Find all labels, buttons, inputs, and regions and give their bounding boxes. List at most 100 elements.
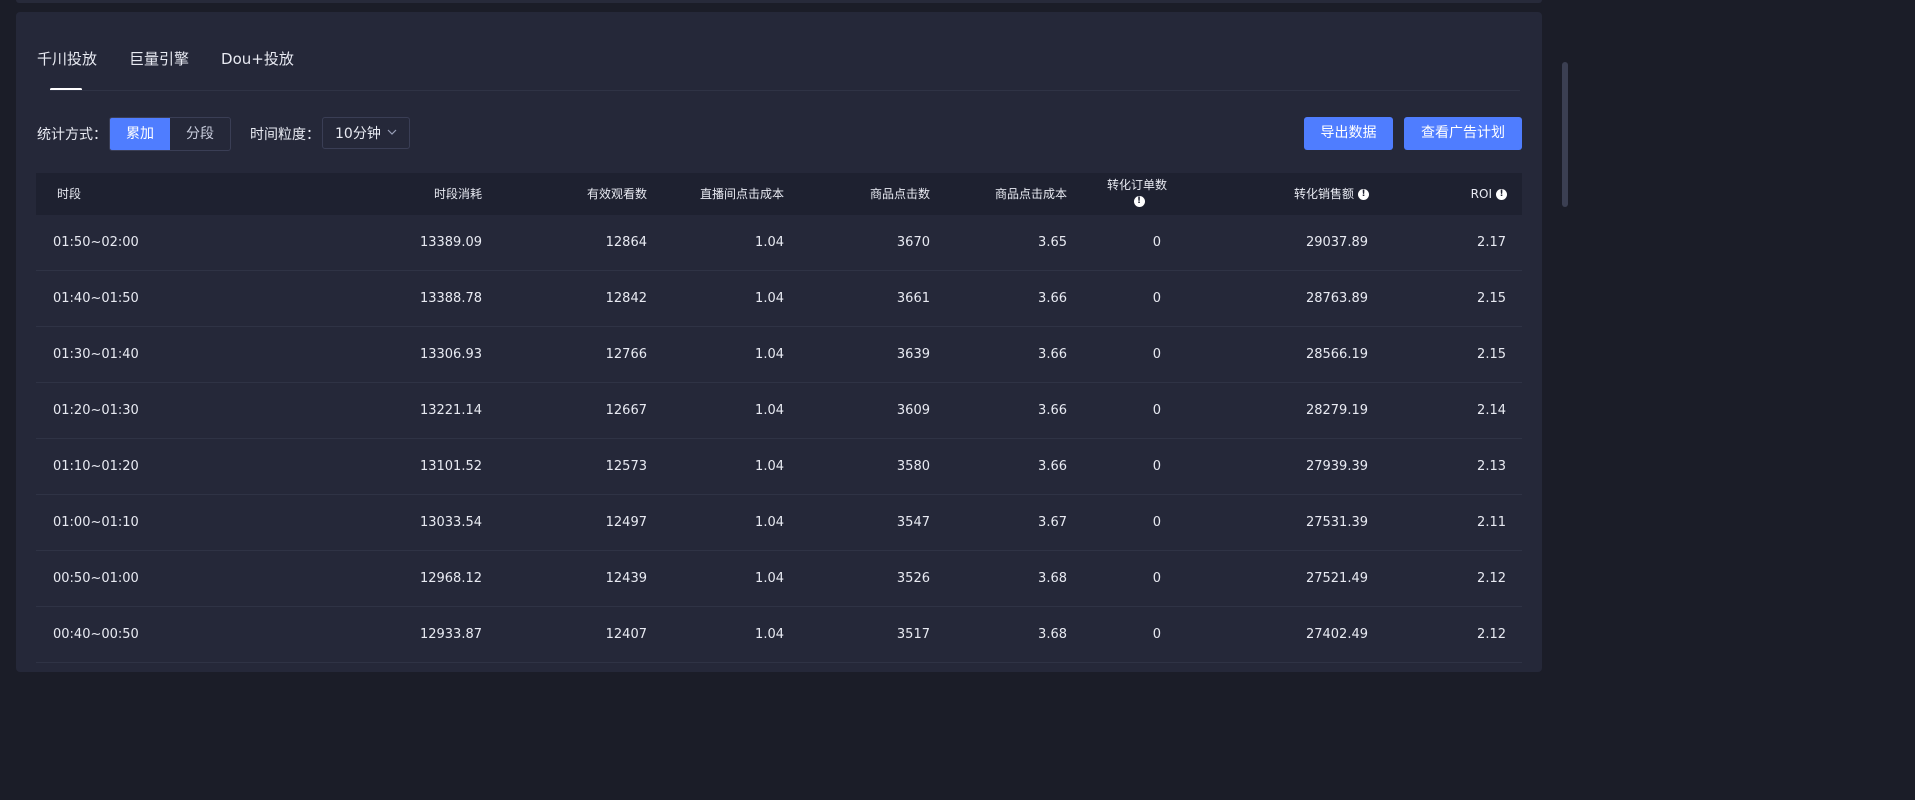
- cell-roi: 2.13: [1477, 459, 1506, 474]
- cell-product-clicks: 3670: [896, 235, 930, 250]
- cell-product-clicks: 3517: [896, 627, 930, 642]
- cell-roi: 2.12: [1477, 627, 1506, 642]
- cell-views: 12667: [605, 403, 647, 418]
- cell-product-click-cost: 3.66: [1038, 403, 1067, 418]
- cell-spend: 12933.87: [419, 627, 482, 642]
- cell-room-click-cost: 1.04: [755, 571, 784, 586]
- header-orders: 转化订单数 !: [1097, 177, 1177, 213]
- cell-sales: 28763.89: [1305, 291, 1368, 306]
- cell-roi: 2.14: [1477, 403, 1506, 418]
- cell-period: 00:50~01:00: [53, 571, 139, 586]
- cell-sales: 28279.19: [1305, 403, 1368, 418]
- cell-room-click-cost: 1.04: [755, 459, 784, 474]
- cell-product-clicks: 3639: [896, 347, 930, 362]
- cell-period: 01:40~01:50: [53, 291, 139, 306]
- cell-views: 12439: [605, 571, 647, 586]
- cell-room-click-cost: 1.04: [755, 403, 784, 418]
- table-row: 01:40~01:50 13388.78 12842 1.04 3661 3.66 0 287…: [36, 271, 1522, 327]
- cell-views: 12407: [605, 627, 647, 642]
- cell-sales: 27531.39: [1305, 515, 1368, 530]
- cell-product-click-cost: 3.68: [1038, 627, 1067, 642]
- cell-spend: 12968.12: [419, 571, 482, 586]
- info-icon[interactable]: !: [1358, 189, 1369, 200]
- table-row: 00:50~01:00 12968.12 12439 1.04 3526 3.68 0 275…: [36, 551, 1522, 607]
- granularity-select[interactable]: 10分钟: [322, 117, 410, 149]
- cell-room-click-cost: 1.04: [755, 347, 784, 362]
- cell-sales: 27402.49: [1305, 627, 1368, 642]
- tab-juliang[interactable]: 巨量引擎: [129, 48, 189, 70]
- cell-views: 12497: [605, 515, 647, 530]
- cell-spend: 13388.78: [419, 291, 482, 306]
- header-views: 有效观看数: [586, 187, 647, 201]
- cell-views: 12864: [605, 235, 647, 250]
- info-icon[interactable]: !: [1496, 189, 1507, 200]
- header-product-clicks: 商品点击数: [869, 187, 930, 201]
- cell-product-click-cost: 3.66: [1038, 291, 1067, 306]
- top-strip: [16, 0, 1542, 3]
- granularity-label: 时间粒度：: [250, 127, 320, 143]
- cell-room-click-cost: 1.04: [755, 627, 784, 642]
- cell-spend: 13101.52: [419, 459, 482, 474]
- cell-product-clicks: 3526: [896, 571, 930, 586]
- export-data-button[interactable]: 导出数据: [1304, 117, 1393, 150]
- table-body: 01:50~02:00 13389.09 12864 1.04 3670 3.65 0 290…: [36, 215, 1522, 663]
- cell-roi: 2.11: [1477, 515, 1506, 530]
- cell-sales: 28566.19: [1305, 347, 1368, 362]
- stat-segmented-button[interactable]: 分段: [170, 118, 230, 150]
- table-header: 时段 时段消耗 有效观看数 直播间点击成本 商品点击数 商品点击成本 转化订单数…: [36, 173, 1522, 215]
- cell-period: 01:20~01:30: [53, 403, 139, 418]
- header-orders-info: !: [1097, 193, 1177, 209]
- cell-room-click-cost: 1.04: [755, 291, 784, 306]
- cell-spend: 13389.09: [419, 235, 482, 250]
- cell-roi: 2.15: [1477, 291, 1506, 306]
- table-row: 00:40~00:50 12933.87 12407 1.04 3517 3.68 0 274…: [36, 607, 1522, 663]
- cell-roi: 2.17: [1477, 235, 1506, 250]
- cell-orders: 0: [1152, 235, 1161, 250]
- stat-cumulative-button[interactable]: 累加: [110, 118, 170, 150]
- header-product-click-cost: 商品点击成本: [994, 187, 1067, 201]
- cell-product-click-cost: 3.66: [1038, 459, 1067, 474]
- main-panel: 千川投放 巨量引擎 Dou+投放 统计方式： 累加 分段 时间粒度： 10分钟 …: [16, 12, 1542, 672]
- cell-spend: 13221.14: [419, 403, 482, 418]
- cell-product-clicks: 3547: [896, 515, 930, 530]
- cell-product-clicks: 3661: [896, 291, 930, 306]
- cell-orders: 0: [1152, 403, 1161, 418]
- page-scrollbar[interactable]: [1562, 62, 1568, 207]
- cell-orders: 0: [1152, 291, 1161, 306]
- chevron-down-icon: [387, 129, 397, 135]
- header-period: 时段: [57, 187, 82, 201]
- info-icon[interactable]: !: [1133, 196, 1145, 207]
- cell-period: 01:30~01:40: [53, 347, 139, 362]
- cell-period: 01:00~01:10: [53, 515, 139, 530]
- cell-orders: 0: [1152, 571, 1161, 586]
- cell-spend: 13306.93: [419, 347, 482, 362]
- tab-qianchuan[interactable]: 千川投放: [37, 48, 97, 70]
- tab-bar: 千川投放 巨量引擎 Dou+投放: [37, 48, 326, 70]
- cell-orders: 0: [1152, 627, 1161, 642]
- header-spend: 时段消耗: [433, 187, 482, 201]
- table-row: 01:20~01:30 13221.14 12667 1.04 3609 3.66 0 282…: [36, 383, 1522, 439]
- granularity-value: 10分钟: [335, 126, 381, 142]
- header-roi-label: ROI: [1470, 187, 1492, 201]
- header-orders-label: 转化订单数: [1106, 178, 1167, 192]
- table-row: 01:30~01:40 13306.93 12766 1.04 3639 3.66 0 285…: [36, 327, 1522, 383]
- cell-period: 00:40~00:50: [53, 627, 139, 642]
- cell-views: 12842: [605, 291, 647, 306]
- cell-roi: 2.12: [1477, 571, 1506, 586]
- table-row: 01:10~01:20 13101.52 12573 1.04 3580 3.66 0 279…: [36, 439, 1522, 495]
- header-sales: 转化销售额!: [1294, 173, 1369, 215]
- view-ad-plan-button[interactable]: 查看广告计划: [1404, 117, 1522, 150]
- cell-period: 01:10~01:20: [53, 459, 139, 474]
- cell-product-click-cost: 3.65: [1038, 235, 1067, 250]
- tab-divider: [50, 90, 1520, 91]
- cell-views: 12766: [605, 347, 647, 362]
- cell-period: 01:50~02:00: [53, 235, 139, 250]
- tab-dou[interactable]: Dou+投放: [221, 48, 294, 70]
- cell-roi: 2.15: [1477, 347, 1506, 362]
- table-row: 01:00~01:10 13033.54 12497 1.04 3547 3.67 0 275…: [36, 495, 1522, 551]
- cell-orders: 0: [1152, 347, 1161, 362]
- cell-views: 12573: [605, 459, 647, 474]
- header-roi: ROI!: [1471, 173, 1507, 215]
- cell-spend: 13033.54: [419, 515, 482, 530]
- cell-room-click-cost: 1.04: [755, 235, 784, 250]
